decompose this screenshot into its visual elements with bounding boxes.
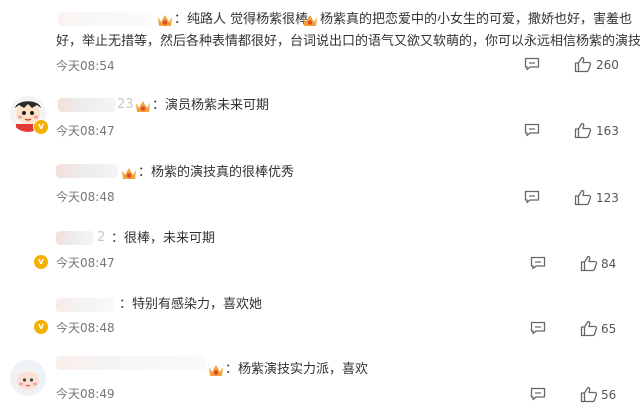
comment-text: ：杨紫的演技真的很棒优秀: [138, 165, 295, 180]
like-count: 260: [596, 58, 619, 72]
comment-item: ：杨紫的演技真的很棒优秀 今天08:48 123: [0, 148, 640, 216]
commenter-name-blurred[interactable]: [56, 298, 114, 312]
avatar-image: [10, 360, 46, 396]
comment-time: 今天08:48: [56, 321, 115, 335]
like-count: 163: [596, 124, 619, 138]
verified-v-badge-icon: v: [33, 119, 49, 135]
like-count: 65: [601, 322, 617, 336]
comment-text: ：很棒，未来可期: [111, 231, 216, 246]
fan-crown-badge-icon: [122, 168, 136, 179]
comment-reply-icon[interactable]: [524, 57, 540, 71]
thumbs-up-icon[interactable]: [574, 189, 592, 206]
like-count: 56: [601, 388, 617, 402]
comment-time: 今天08:54: [56, 59, 115, 73]
commenter-name-blurred[interactable]: [56, 231, 94, 245]
comment-time: 今天08:47: [56, 256, 115, 270]
comment-reply-icon[interactable]: [530, 321, 546, 335]
thumbs-up-icon[interactable]: [580, 255, 598, 272]
avatar[interactable]: v: [10, 96, 49, 135]
comment-item: ：特别有感染力，喜欢她 v 今天08:48 65: [0, 282, 640, 348]
comment-reply-icon[interactable]: [524, 190, 540, 204]
thumbs-up-icon[interactable]: [574, 122, 592, 139]
comment-text: 杨紫真的把恋爱中的小女生的可爱，撒娇也好，害羞也: [320, 12, 633, 27]
comment-item: v 23 ：演员杨紫未来可期 今天08:47 163: [0, 82, 640, 148]
fan-crown-badge-icon: [158, 15, 172, 26]
comment-reply-icon[interactable]: [530, 387, 546, 401]
comment-reply-icon[interactable]: [530, 256, 546, 270]
commenter-name-blurred[interactable]: [56, 164, 118, 178]
thumbs-up-icon[interactable]: [580, 386, 598, 403]
comment-item: 2 ：很棒，未来可期 v 今天08:47 84: [0, 216, 640, 282]
comment-item: ：杨紫演技实力派，喜欢 今天08:49 56: [0, 348, 640, 415]
commenter-name-fragment: 23: [117, 97, 134, 112]
commenter-name-blurred[interactable]: [58, 12, 153, 26]
fan-crown-badge-icon: [303, 15, 317, 26]
comment-time: 今天08:49: [56, 387, 115, 401]
commenter-name-blurred[interactable]: [58, 98, 116, 112]
fan-crown-badge-icon: [209, 365, 223, 376]
comment-text: ：杨紫演技实力派，喜欢: [225, 362, 369, 377]
comment-text: ：演员杨紫未来可期: [152, 98, 270, 113]
fan-crown-badge-icon: [136, 101, 150, 112]
comment-text: ：特别有感染力，喜欢她: [119, 297, 263, 312]
verified-v-badge-icon: v: [34, 320, 48, 334]
commenter-name-blurred[interactable]: [56, 356, 206, 370]
thumbs-up-icon[interactable]: [574, 56, 592, 73]
thumbs-up-icon[interactable]: [580, 320, 598, 337]
comment-time: 今天08:48: [56, 190, 115, 204]
comment-time: 今天08:47: [56, 124, 115, 138]
like-count: 123: [596, 191, 619, 205]
comment-text-continued: 好，举止无措等，然后各种表情都很好，台词说出口的语气又欲又软萌的，你可以永远相信…: [56, 34, 640, 49]
commenter-name-fragment: 2: [97, 230, 106, 245]
verified-v-badge-icon: v: [34, 255, 48, 269]
like-count: 84: [601, 257, 617, 271]
comment-text: ：纯路人 觉得杨紫很棒: [174, 12, 309, 27]
comment-item: ：纯路人 觉得杨紫很棒 杨紫真的把恋爱中的小女生的可爱，撒娇也好，害羞也 好，举…: [0, 0, 640, 82]
avatar[interactable]: [10, 360, 46, 396]
comment-reply-icon[interactable]: [524, 123, 540, 137]
